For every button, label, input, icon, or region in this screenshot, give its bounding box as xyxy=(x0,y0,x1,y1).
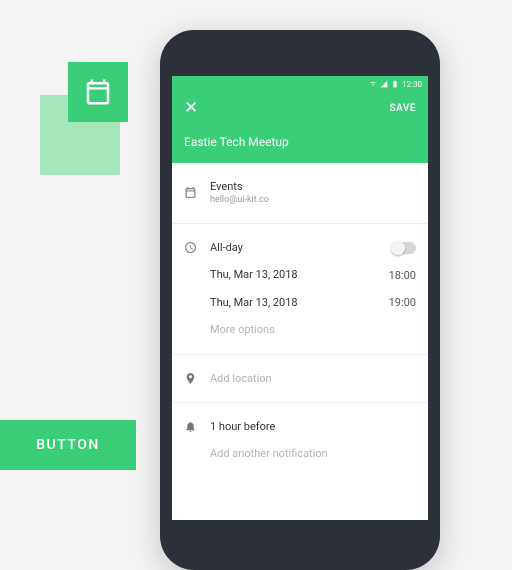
start-date: Thu, Mar 13, 2018 xyxy=(210,267,389,282)
location-icon xyxy=(184,372,197,385)
calendar-icon xyxy=(83,77,113,107)
close-button[interactable]: ✕ xyxy=(184,100,198,117)
status-bar: 12:30 xyxy=(172,76,428,92)
save-button[interactable]: SAVE xyxy=(389,103,416,114)
calendar-account: hello@ui-kit.co xyxy=(210,194,416,207)
end-date: Thu, Mar 13, 2018 xyxy=(210,295,389,310)
calendar-icon xyxy=(184,186,197,199)
start-datetime-row[interactable]: Thu, Mar 13, 2018 18:00 xyxy=(184,261,416,288)
notification-row[interactable]: 1 hour before xyxy=(184,413,416,440)
phone-frame: 12:30 ✕ SAVE Eastie Tech Meetup Events h… xyxy=(160,30,440,570)
battery-icon xyxy=(391,80,399,88)
location-row[interactable]: Add location xyxy=(184,365,416,392)
location-section: Add location xyxy=(172,355,428,403)
allday-toggle[interactable] xyxy=(392,242,416,254)
more-options-row[interactable]: More options xyxy=(184,316,416,343)
status-time: 12:30 xyxy=(402,80,422,89)
start-time: 18:00 xyxy=(389,269,416,282)
phone-screen: 12:30 ✕ SAVE Eastie Tech Meetup Events h… xyxy=(172,76,428,520)
add-notification-label: Add another notification xyxy=(210,446,416,461)
decoration-calendar-tile xyxy=(68,62,128,122)
allday-label: All-day xyxy=(210,240,392,255)
signal-icon xyxy=(380,80,388,88)
calendar-section: Events hello@ui-kit.co xyxy=(172,163,428,224)
add-notification-row[interactable]: Add another notification xyxy=(184,440,416,467)
calendar-name: Events xyxy=(210,179,416,194)
event-title-input[interactable]: Eastie Tech Meetup xyxy=(184,135,416,149)
location-placeholder: Add location xyxy=(210,371,416,386)
event-header: ✕ SAVE Eastie Tech Meetup xyxy=(172,92,428,163)
more-options-label: More options xyxy=(210,322,416,337)
calendar-select-row[interactable]: Events hello@ui-kit.co xyxy=(184,173,416,213)
sample-button-label: BUTTON xyxy=(36,437,100,453)
bell-icon xyxy=(184,420,197,433)
sample-button[interactable]: BUTTON xyxy=(0,420,136,470)
end-datetime-row[interactable]: Thu, Mar 13, 2018 19:00 xyxy=(184,289,416,316)
clock-icon xyxy=(184,241,197,254)
end-time: 19:00 xyxy=(389,296,416,309)
time-section: All-day Thu, Mar 13, 2018 18:00 Thu, Mar… xyxy=(172,224,428,355)
notification-section: 1 hour before Add another notification xyxy=(172,403,428,478)
wifi-icon xyxy=(369,80,377,88)
notification-value: 1 hour before xyxy=(210,419,416,434)
